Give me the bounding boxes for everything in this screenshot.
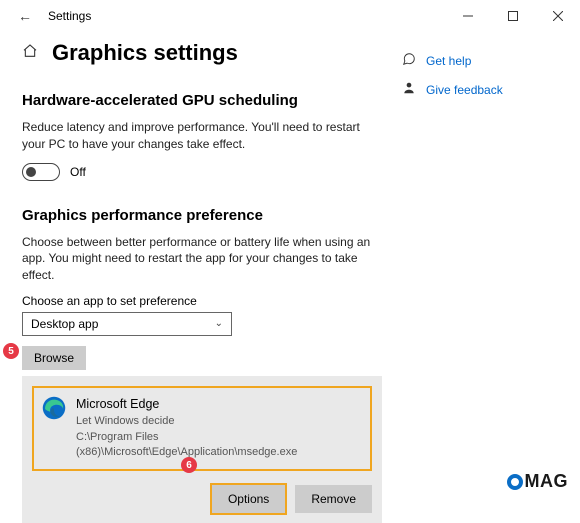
app-title: Settings	[48, 9, 91, 23]
watermark-text: MAG	[525, 471, 569, 492]
help-text: Get help	[426, 54, 471, 68]
title-bar: ← Settings	[0, 0, 580, 32]
watermark-icon	[507, 474, 523, 490]
close-button[interactable]	[535, 0, 580, 32]
maximize-button[interactable]	[490, 0, 535, 32]
page-header: Graphics settings	[22, 40, 382, 66]
options-button[interactable]: Options	[212, 485, 285, 513]
help-icon	[402, 52, 418, 69]
section-desc-perf: Choose between better performance or bat…	[22, 234, 382, 284]
title-bar-left: ← Settings	[18, 8, 91, 24]
app-name: Microsoft Edge	[76, 396, 362, 414]
callout-badge-6: 6	[181, 457, 197, 473]
side-panel: Get help Give feedback	[402, 52, 552, 523]
app-list-item[interactable]: Microsoft Edge Let Windows decide C:\Pro…	[32, 386, 372, 471]
browse-button[interactable]: Browse	[22, 346, 86, 370]
app-type-value: Desktop app	[31, 317, 98, 331]
window-controls	[445, 0, 580, 32]
gpu-toggle-label: Off	[70, 165, 86, 179]
app-info: Microsoft Edge Let Windows decide C:\Pro…	[76, 396, 362, 461]
section-desc-gpu: Reduce latency and improve performance. …	[22, 119, 382, 153]
home-icon[interactable]	[22, 43, 38, 63]
callout-badge-5: 5	[3, 343, 19, 359]
gpu-toggle[interactable]	[22, 163, 60, 181]
minimize-button[interactable]	[445, 0, 490, 32]
page-title: Graphics settings	[52, 40, 238, 66]
app-select-label: Choose an app to set preference	[22, 294, 382, 308]
app-actions: Options Remove	[32, 485, 372, 513]
app-preference: Let Windows decide	[76, 414, 362, 429]
back-button[interactable]: ←	[18, 8, 32, 24]
feedback-text: Give feedback	[426, 83, 503, 97]
app-path: C:\Program Files (x86)\Microsoft\Edge\Ap…	[76, 430, 362, 461]
edge-icon	[42, 396, 66, 461]
gpu-toggle-row: Off	[22, 163, 382, 181]
section-heading-perf: Graphics performance preference	[22, 207, 382, 224]
watermark: MAG	[507, 471, 569, 492]
feedback-link[interactable]: Give feedback	[402, 81, 552, 98]
section-heading-gpu: Hardware-accelerated GPU scheduling	[22, 92, 382, 109]
chevron-down-icon: ⌄	[215, 318, 223, 329]
remove-button[interactable]: Remove	[295, 485, 372, 513]
help-link[interactable]: Get help	[402, 52, 552, 69]
feedback-icon	[402, 81, 418, 98]
app-card: Microsoft Edge Let Windows decide C:\Pro…	[22, 376, 382, 523]
app-type-select[interactable]: Desktop app ⌄	[22, 312, 232, 336]
